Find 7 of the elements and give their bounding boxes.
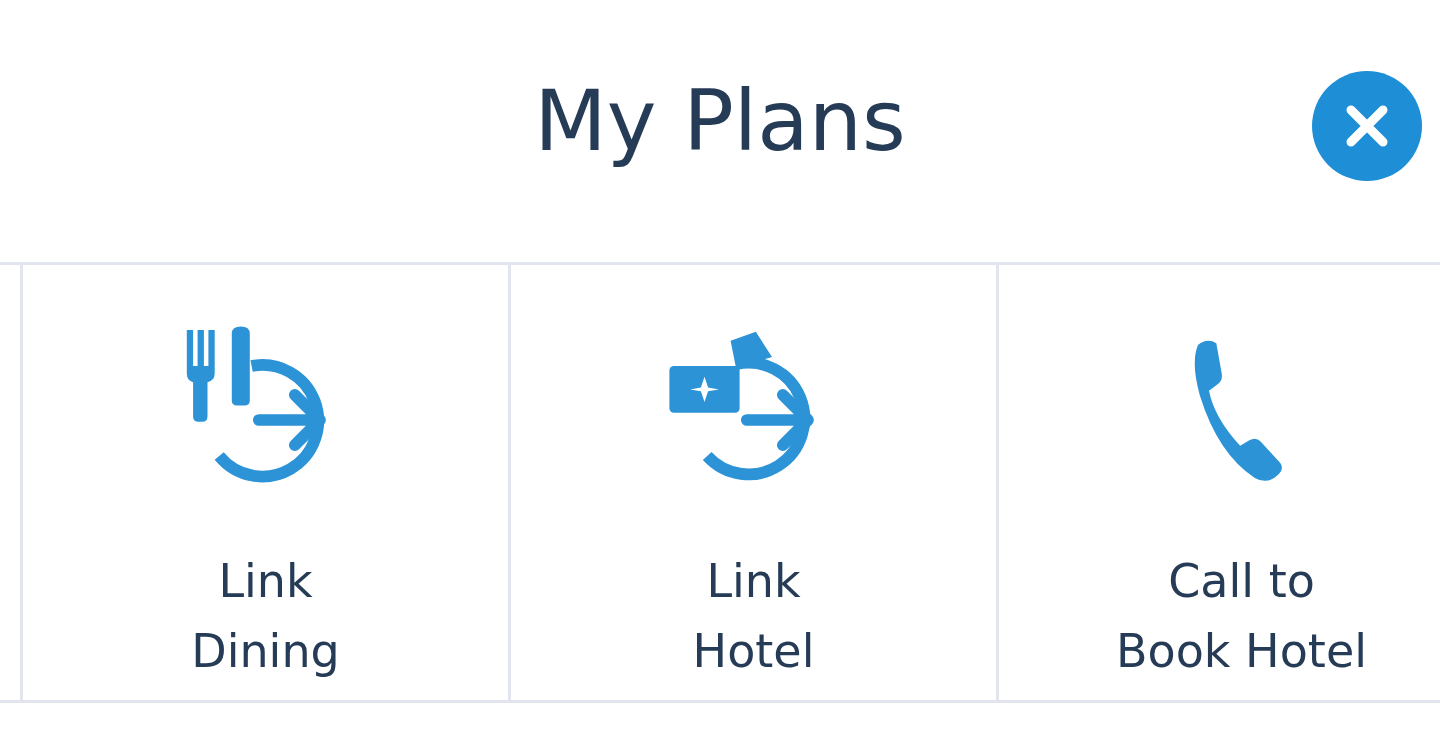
action-label: Link Dining [191, 553, 340, 680]
action-label: Call to Book Hotel [1116, 553, 1367, 680]
page-title: My Plans [534, 72, 906, 172]
action-tile[interactable]: Link Hotel [508, 265, 996, 700]
action-tile[interactable]: Call to Book Hotel [996, 265, 1440, 700]
action-tile[interactable]: Link Dining [20, 265, 508, 700]
action-label: Link Hotel [692, 553, 815, 680]
